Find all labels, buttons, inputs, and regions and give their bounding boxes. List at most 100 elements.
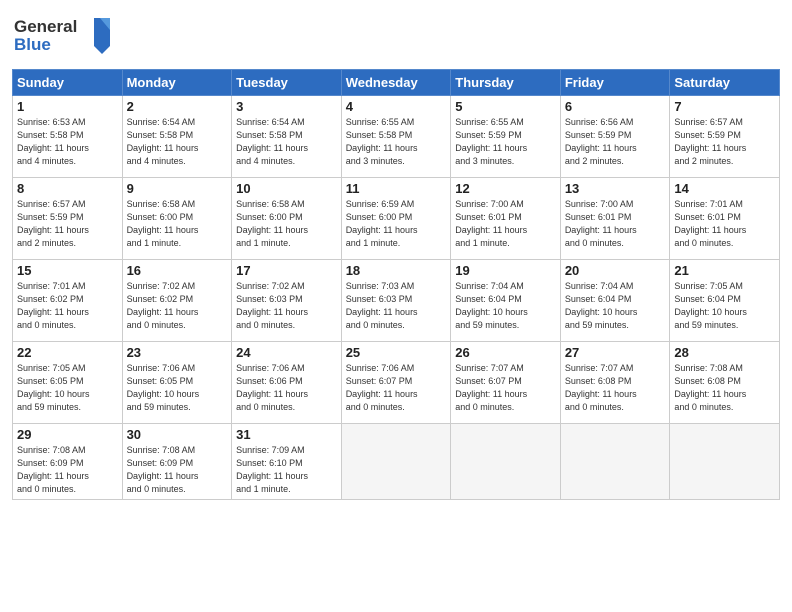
day-info: Sunrise: 7:06 AM Sunset: 6:06 PM Dayligh…	[236, 362, 337, 414]
calendar-cell: 4 Sunrise: 6:55 AM Sunset: 5:58 PM Daylig…	[341, 96, 451, 178]
day-info: Sunrise: 7:04 AM Sunset: 6:04 PM Dayligh…	[565, 280, 666, 332]
calendar-body: 1 Sunrise: 6:53 AM Sunset: 5:58 PM Daylig…	[13, 96, 780, 500]
calendar-cell: 19Sunrise: 7:04 AM Sunset: 6:04 PM Dayli…	[451, 260, 561, 342]
day-info: Sunrise: 7:08 AM Sunset: 6:09 PM Dayligh…	[17, 444, 118, 496]
calendar-cell: 18Sunrise: 7:03 AM Sunset: 6:03 PM Dayli…	[341, 260, 451, 342]
day-info: Sunrise: 7:01 AM Sunset: 6:02 PM Dayligh…	[17, 280, 118, 332]
day-info: Sunrise: 7:08 AM Sunset: 6:08 PM Dayligh…	[674, 362, 775, 414]
weekday-header-sunday: Sunday	[13, 70, 123, 96]
weekday-header-thursday: Thursday	[451, 70, 561, 96]
day-number: 23	[127, 345, 228, 360]
day-info: Sunrise: 7:08 AM Sunset: 6:09 PM Dayligh…	[127, 444, 228, 496]
calendar-cell	[341, 424, 451, 500]
calendar-cell: 29 Sunrise: 7:08 AM Sunset: 6:09 PM Dayli…	[13, 424, 123, 500]
day-info: Sunrise: 6:58 AM Sunset: 6:00 PM Dayligh…	[236, 198, 337, 250]
calendar-cell: 5 Sunrise: 6:55 AM Sunset: 5:59 PM Daylig…	[451, 96, 561, 178]
day-number: 31	[236, 427, 337, 442]
day-info: Sunrise: 6:55 AM Sunset: 5:59 PM Dayligh…	[455, 116, 556, 168]
calendar-cell: 22 Sunrise: 7:05 AM Sunset: 6:05 PM Dayli…	[13, 342, 123, 424]
calendar-table: SundayMondayTuesdayWednesdayThursdayFrid…	[12, 69, 780, 500]
calendar-cell: 24 Sunrise: 7:06 AM Sunset: 6:06 PM Dayli…	[232, 342, 342, 424]
day-info: Sunrise: 7:07 AM Sunset: 6:07 PM Dayligh…	[455, 362, 556, 414]
svg-text:Blue: Blue	[14, 35, 51, 54]
day-number: 24	[236, 345, 337, 360]
calendar-cell: 8 Sunrise: 6:57 AM Sunset: 5:59 PM Daylig…	[13, 178, 123, 260]
weekday-header-friday: Friday	[560, 70, 670, 96]
day-info: Sunrise: 7:03 AM Sunset: 6:03 PM Dayligh…	[346, 280, 447, 332]
day-info: Sunrise: 7:09 AM Sunset: 6:10 PM Dayligh…	[236, 444, 337, 496]
page-container: General Blue SundayMondayTuesdayWednesda…	[0, 0, 792, 508]
calendar-cell	[670, 424, 780, 500]
weekday-header-monday: Monday	[122, 70, 232, 96]
day-info: Sunrise: 7:01 AM Sunset: 6:01 PM Dayligh…	[674, 198, 775, 250]
day-number: 29	[17, 427, 118, 442]
day-number: 27	[565, 345, 666, 360]
header: General Blue	[12, 10, 780, 63]
day-info: Sunrise: 6:53 AM Sunset: 5:58 PM Dayligh…	[17, 116, 118, 168]
week-row-2: 8 Sunrise: 6:57 AM Sunset: 5:59 PM Daylig…	[13, 178, 780, 260]
calendar-cell: 14 Sunrise: 7:01 AM Sunset: 6:01 PM Dayli…	[670, 178, 780, 260]
day-info: Sunrise: 7:06 AM Sunset: 6:07 PM Dayligh…	[346, 362, 447, 414]
calendar-cell: 17 Sunrise: 7:02 AM Sunset: 6:03 PM Dayli…	[232, 260, 342, 342]
day-info: Sunrise: 6:54 AM Sunset: 5:58 PM Dayligh…	[127, 116, 228, 168]
day-number: 9	[127, 181, 228, 196]
weekday-header-wednesday: Wednesday	[341, 70, 451, 96]
calendar-cell	[451, 424, 561, 500]
day-info: Sunrise: 6:54 AM Sunset: 5:58 PM Dayligh…	[236, 116, 337, 168]
week-row-1: 1 Sunrise: 6:53 AM Sunset: 5:58 PM Daylig…	[13, 96, 780, 178]
day-number: 5	[455, 99, 556, 114]
calendar-cell: 3 Sunrise: 6:54 AM Sunset: 5:58 PM Daylig…	[232, 96, 342, 178]
day-info: Sunrise: 6:57 AM Sunset: 5:59 PM Dayligh…	[17, 198, 118, 250]
day-info: Sunrise: 7:07 AM Sunset: 6:08 PM Dayligh…	[565, 362, 666, 414]
calendar-cell: 15 Sunrise: 7:01 AM Sunset: 6:02 PM Dayli…	[13, 260, 123, 342]
day-info: Sunrise: 7:05 AM Sunset: 6:04 PM Dayligh…	[674, 280, 775, 332]
calendar-cell: 9 Sunrise: 6:58 AM Sunset: 6:00 PM Daylig…	[122, 178, 232, 260]
day-number: 12	[455, 181, 556, 196]
day-info: Sunrise: 6:55 AM Sunset: 5:58 PM Dayligh…	[346, 116, 447, 168]
day-info: Sunrise: 7:02 AM Sunset: 6:03 PM Dayligh…	[236, 280, 337, 332]
day-number: 10	[236, 181, 337, 196]
day-info: Sunrise: 6:57 AM Sunset: 5:59 PM Dayligh…	[674, 116, 775, 168]
calendar-cell: 13Sunrise: 7:00 AM Sunset: 6:01 PM Dayli…	[560, 178, 670, 260]
day-info: Sunrise: 7:04 AM Sunset: 6:04 PM Dayligh…	[455, 280, 556, 332]
calendar-cell: 23 Sunrise: 7:06 AM Sunset: 6:05 PM Dayli…	[122, 342, 232, 424]
day-number: 17	[236, 263, 337, 278]
week-row-4: 22 Sunrise: 7:05 AM Sunset: 6:05 PM Dayli…	[13, 342, 780, 424]
day-info: Sunrise: 7:00 AM Sunset: 6:01 PM Dayligh…	[455, 198, 556, 250]
day-number: 1	[17, 99, 118, 114]
day-number: 3	[236, 99, 337, 114]
weekday-header-saturday: Saturday	[670, 70, 780, 96]
day-number: 21	[674, 263, 775, 278]
day-info: Sunrise: 7:05 AM Sunset: 6:05 PM Dayligh…	[17, 362, 118, 414]
calendar-cell: 1 Sunrise: 6:53 AM Sunset: 5:58 PM Daylig…	[13, 96, 123, 178]
calendar-cell: 20 Sunrise: 7:04 AM Sunset: 6:04 PM Dayli…	[560, 260, 670, 342]
day-info: Sunrise: 7:02 AM Sunset: 6:02 PM Dayligh…	[127, 280, 228, 332]
day-info: Sunrise: 7:06 AM Sunset: 6:05 PM Dayligh…	[127, 362, 228, 414]
calendar-cell: 25 Sunrise: 7:06 AM Sunset: 6:07 PM Dayli…	[341, 342, 451, 424]
day-info: Sunrise: 6:58 AM Sunset: 6:00 PM Dayligh…	[127, 198, 228, 250]
calendar-cell	[560, 424, 670, 500]
day-number: 13	[565, 181, 666, 196]
day-number: 4	[346, 99, 447, 114]
weekday-header-tuesday: Tuesday	[232, 70, 342, 96]
logo: General Blue	[12, 10, 122, 63]
calendar-cell: 30 Sunrise: 7:08 AM Sunset: 6:09 PM Dayli…	[122, 424, 232, 500]
day-number: 7	[674, 99, 775, 114]
week-row-3: 15 Sunrise: 7:01 AM Sunset: 6:02 PM Dayli…	[13, 260, 780, 342]
calendar-cell: 27 Sunrise: 7:07 AM Sunset: 6:08 PM Dayli…	[560, 342, 670, 424]
day-number: 14	[674, 181, 775, 196]
calendar-cell: 31 Sunrise: 7:09 AM Sunset: 6:10 PM Dayli…	[232, 424, 342, 500]
day-number: 16	[127, 263, 228, 278]
calendar-cell: 28 Sunrise: 7:08 AM Sunset: 6:08 PM Dayli…	[670, 342, 780, 424]
day-number: 22	[17, 345, 118, 360]
calendar-cell: 21 Sunrise: 7:05 AM Sunset: 6:04 PM Dayli…	[670, 260, 780, 342]
day-info: Sunrise: 6:59 AM Sunset: 6:00 PM Dayligh…	[346, 198, 447, 250]
day-number: 28	[674, 345, 775, 360]
calendar-cell: 12 Sunrise: 7:00 AM Sunset: 6:01 PM Dayli…	[451, 178, 561, 260]
day-number: 8	[17, 181, 118, 196]
day-number: 30	[127, 427, 228, 442]
weekday-header-row: SundayMondayTuesdayWednesdayThursdayFrid…	[13, 70, 780, 96]
day-number: 25	[346, 345, 447, 360]
day-number: 20	[565, 263, 666, 278]
day-number: 15	[17, 263, 118, 278]
